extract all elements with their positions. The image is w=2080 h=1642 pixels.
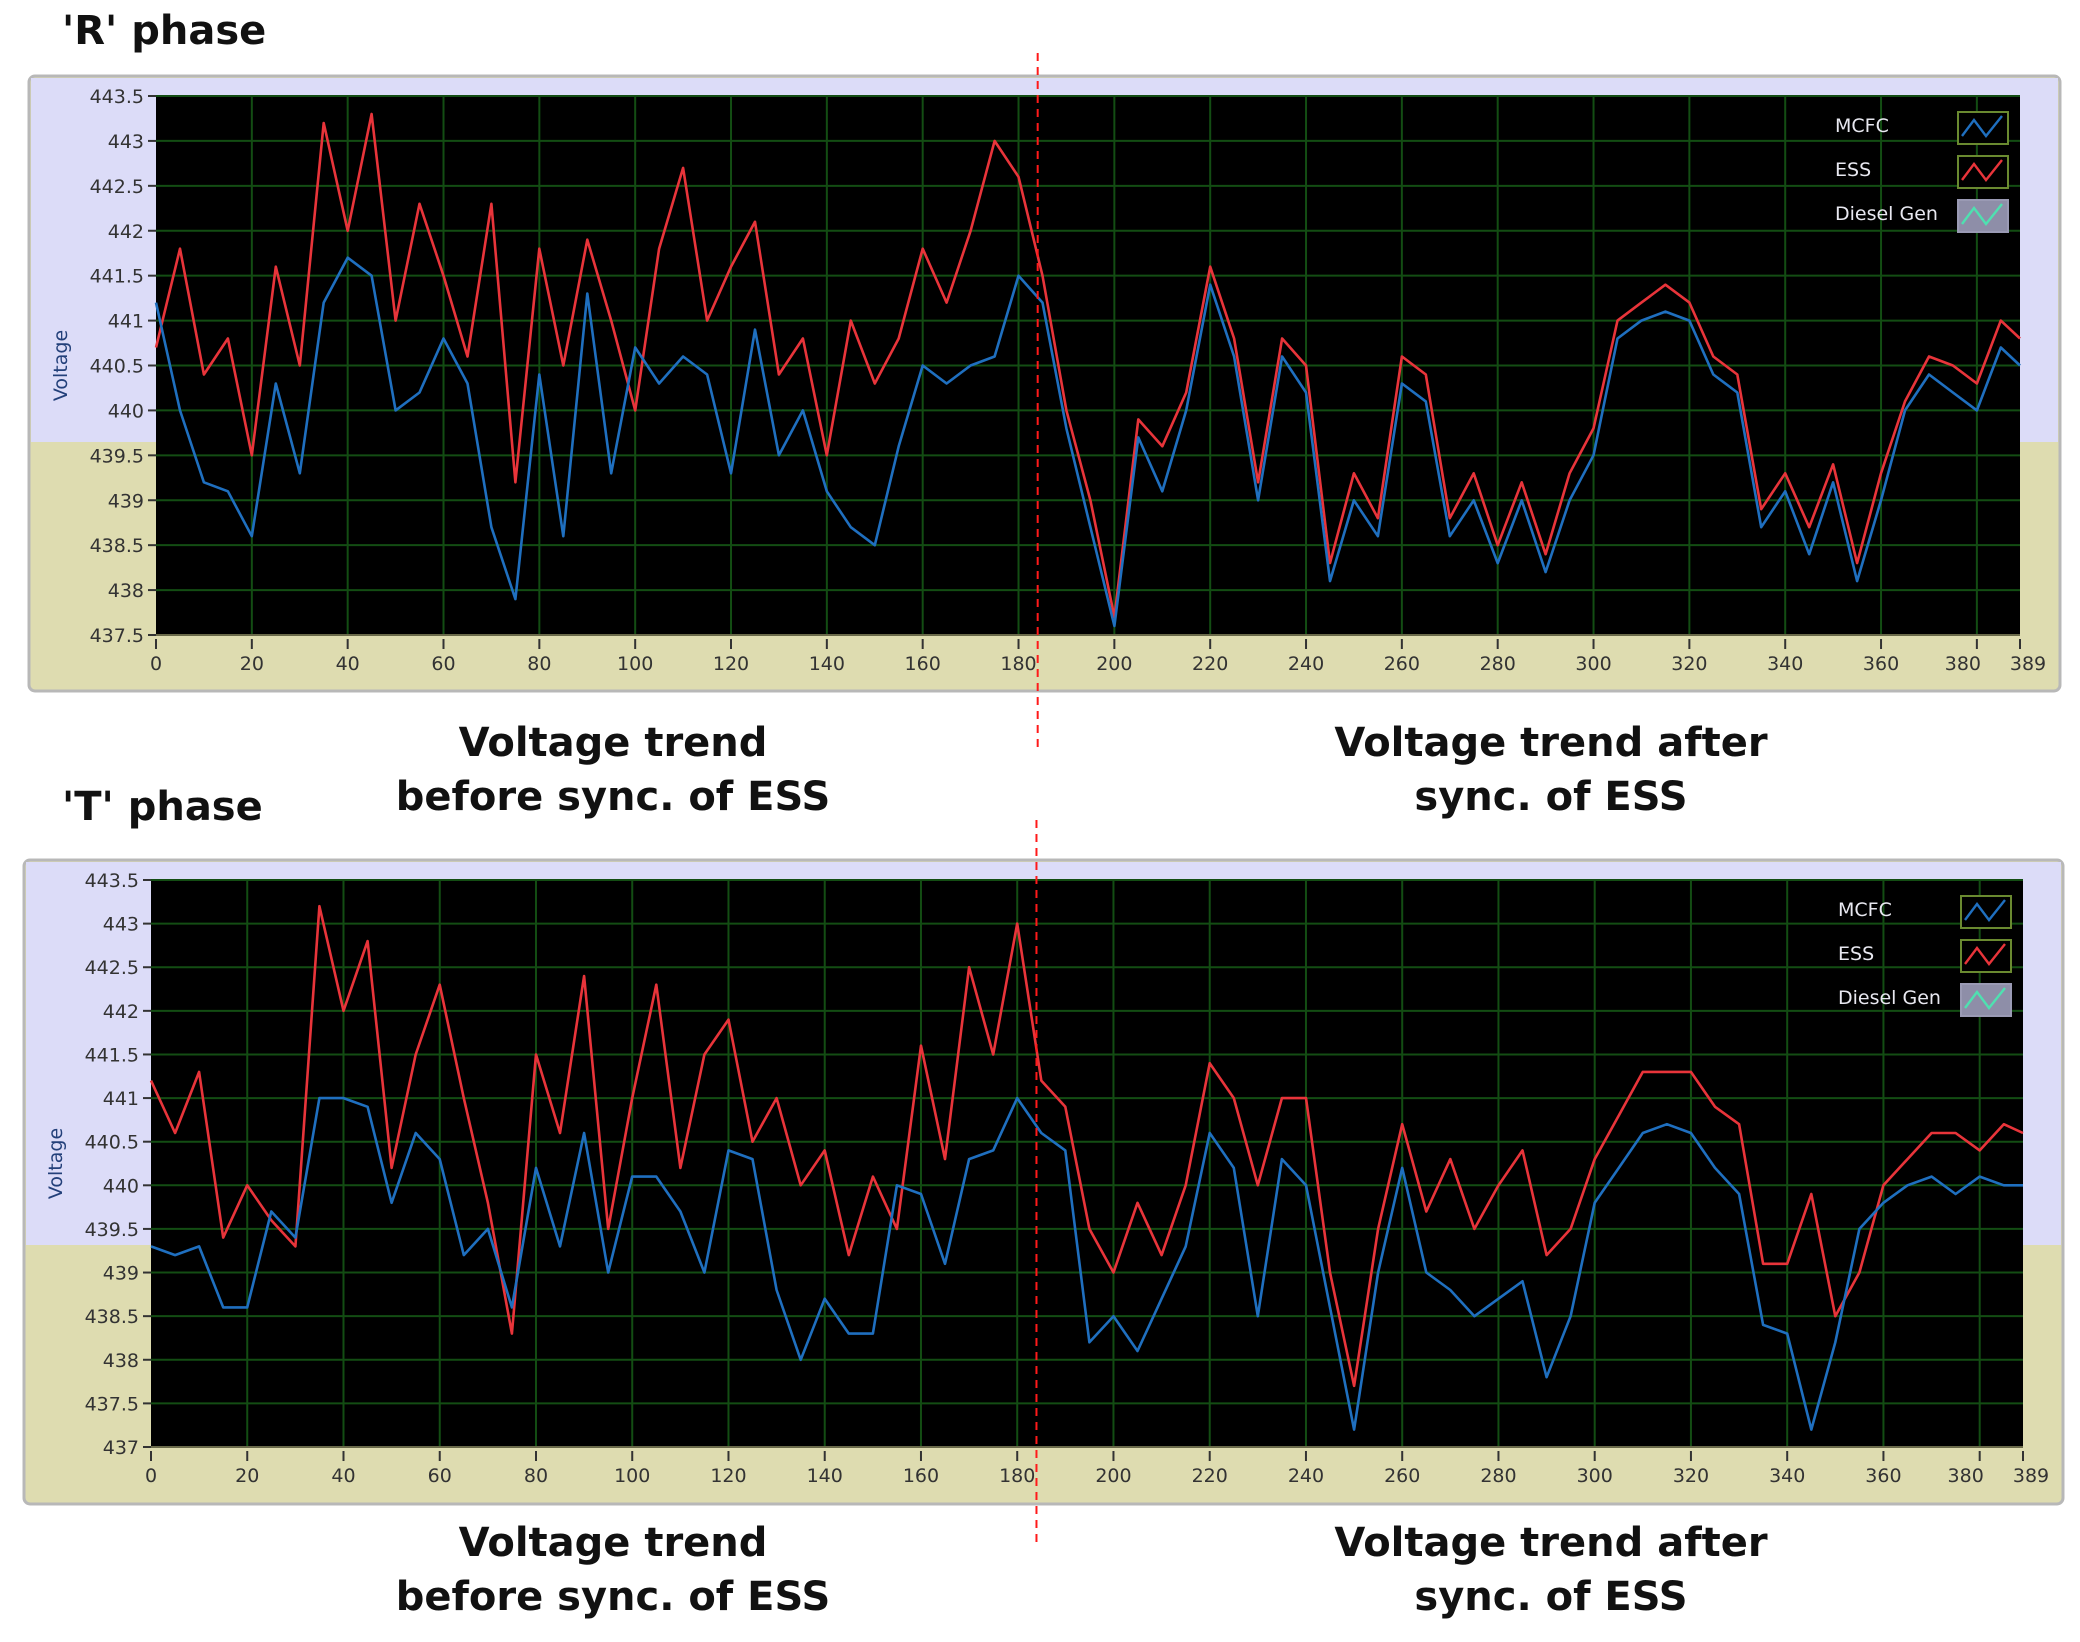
y-tick-label: 443.5 bbox=[90, 86, 144, 108]
y-tick-label: 441 bbox=[108, 311, 144, 333]
y-tick-label: 439.5 bbox=[90, 445, 144, 467]
legend-label: MCFC bbox=[1838, 899, 1892, 921]
caption-after-t: Voltage trend after sync. of ESS bbox=[1201, 1516, 1901, 1624]
y-tick-label: 442.5 bbox=[85, 957, 139, 979]
x-tick-label: 320 bbox=[1673, 1465, 1709, 1487]
x-tick-label: 280 bbox=[1480, 653, 1516, 675]
y-tick-label: 439.5 bbox=[85, 1219, 139, 1241]
caption-line: before sync. of ESS bbox=[395, 774, 831, 820]
x-tick-label: 80 bbox=[524, 1465, 548, 1487]
x-tick-label: 389 bbox=[2013, 1465, 2049, 1487]
y-tick-label: 443 bbox=[108, 131, 144, 153]
caption-after-r: Voltage trend after sync. of ESS bbox=[1201, 716, 1901, 824]
y-tick-label: 440.5 bbox=[85, 1132, 139, 1154]
x-tick-label: 160 bbox=[905, 653, 941, 675]
caption-line: Voltage trend bbox=[458, 1520, 768, 1566]
caption-line: sync. of ESS bbox=[1414, 1574, 1688, 1620]
x-tick-label: 60 bbox=[431, 653, 455, 675]
y-tick-label: 437.5 bbox=[85, 1393, 139, 1415]
x-tick-label: 80 bbox=[527, 653, 551, 675]
x-tick-label: 360 bbox=[1863, 653, 1899, 675]
x-tick-label: 360 bbox=[1865, 1465, 1901, 1487]
x-tick-label: 0 bbox=[150, 653, 162, 675]
y-tick-label: 443 bbox=[103, 914, 139, 936]
x-tick-label: 320 bbox=[1671, 653, 1707, 675]
legend-label: Diesel Gen bbox=[1838, 987, 1941, 1009]
y-tick-label: 441.5 bbox=[90, 266, 144, 288]
y-tick-label: 438.5 bbox=[85, 1306, 139, 1328]
y-axis-label: Voltage bbox=[45, 1128, 67, 1199]
x-tick-label: 120 bbox=[710, 1465, 746, 1487]
x-tick-label: 200 bbox=[1095, 1465, 1131, 1487]
y-tick-label: 439 bbox=[103, 1263, 139, 1285]
x-tick-label: 240 bbox=[1288, 653, 1324, 675]
y-tick-label: 441.5 bbox=[85, 1044, 139, 1066]
chart-r-phase: 437.5 438 438.5 439 439.5 440 440.5 441 441.5 442… bbox=[27, 53, 2062, 753]
caption-line: before sync. of ESS bbox=[395, 1574, 831, 1620]
y-tick-label: 440 bbox=[108, 400, 144, 422]
x-tick-label: 200 bbox=[1096, 653, 1132, 675]
y-tick-label: 443.5 bbox=[85, 870, 139, 892]
x-tick-label: 240 bbox=[1288, 1465, 1324, 1487]
x-tick-label: 120 bbox=[713, 653, 749, 675]
caption-line: sync. of ESS bbox=[1414, 774, 1688, 820]
x-tick-label: 20 bbox=[235, 1465, 259, 1487]
caption-line: Voltage trend after bbox=[1334, 720, 1768, 766]
x-tick-label: 0 bbox=[145, 1465, 157, 1487]
y-tick-label: 442 bbox=[103, 1001, 139, 1023]
x-tick-label: 60 bbox=[428, 1465, 452, 1487]
x-tick-label: 100 bbox=[614, 1465, 650, 1487]
x-tick-label: 40 bbox=[331, 1465, 355, 1487]
y-tick-label: 441 bbox=[103, 1088, 139, 1110]
legend-label: MCFC bbox=[1835, 115, 1889, 137]
y-tick-label: 442.5 bbox=[90, 176, 144, 198]
x-tick-label: 180 bbox=[1000, 653, 1036, 675]
x-tick-label: 340 bbox=[1769, 1465, 1805, 1487]
y-tick-label: 438 bbox=[103, 1350, 139, 1372]
y-tick-label: 437.5 bbox=[90, 625, 144, 647]
x-tick-label: 300 bbox=[1577, 1465, 1613, 1487]
caption-line: Voltage trend after bbox=[1334, 1520, 1768, 1566]
legend-label: Diesel Gen bbox=[1835, 203, 1938, 225]
x-tick-label: 280 bbox=[1480, 1465, 1516, 1487]
chart-t-phase: 437 437.5 438 438.5 439 439.5 440 440.5 441 441.5… bbox=[22, 820, 2065, 1547]
x-tick-label: 260 bbox=[1384, 1465, 1420, 1487]
x-tick-label: 20 bbox=[240, 653, 264, 675]
y-tick-label: 440.5 bbox=[90, 356, 144, 378]
caption-before-r: Voltage trend before sync. of ESS bbox=[263, 716, 963, 824]
x-tick-label: 220 bbox=[1192, 653, 1228, 675]
y-tick-label: 439 bbox=[108, 490, 144, 512]
y-tick-label: 440 bbox=[103, 1175, 139, 1197]
y-axis-label: Voltage bbox=[50, 330, 72, 401]
x-tick-label: 160 bbox=[903, 1465, 939, 1487]
y-tick-label: 438 bbox=[108, 580, 144, 602]
x-tick-label: 140 bbox=[809, 653, 845, 675]
x-tick-label: 340 bbox=[1767, 653, 1803, 675]
x-tick-label: 380 bbox=[1948, 1465, 1984, 1487]
x-tick-label: 100 bbox=[617, 653, 653, 675]
caption-before-t: Voltage trend before sync. of ESS bbox=[263, 1516, 963, 1624]
x-tick-label: 220 bbox=[1192, 1465, 1228, 1487]
y-tick-label: 438.5 bbox=[90, 535, 144, 557]
x-tick-label: 40 bbox=[336, 653, 360, 675]
legend-label: ESS bbox=[1838, 943, 1874, 965]
x-tick-label: 389 bbox=[2010, 653, 2046, 675]
y-tick-label: 442 bbox=[108, 221, 144, 243]
x-tick-label: 380 bbox=[1945, 653, 1981, 675]
plot-area bbox=[151, 880, 2023, 1447]
x-tick-label: 180 bbox=[999, 1465, 1035, 1487]
legend-label: ESS bbox=[1835, 159, 1871, 181]
x-tick-label: 260 bbox=[1384, 653, 1420, 675]
caption-line: Voltage trend bbox=[458, 720, 768, 766]
x-tick-label: 140 bbox=[807, 1465, 843, 1487]
x-tick-label: 300 bbox=[1575, 653, 1611, 675]
y-tick-label: 437 bbox=[103, 1437, 139, 1459]
